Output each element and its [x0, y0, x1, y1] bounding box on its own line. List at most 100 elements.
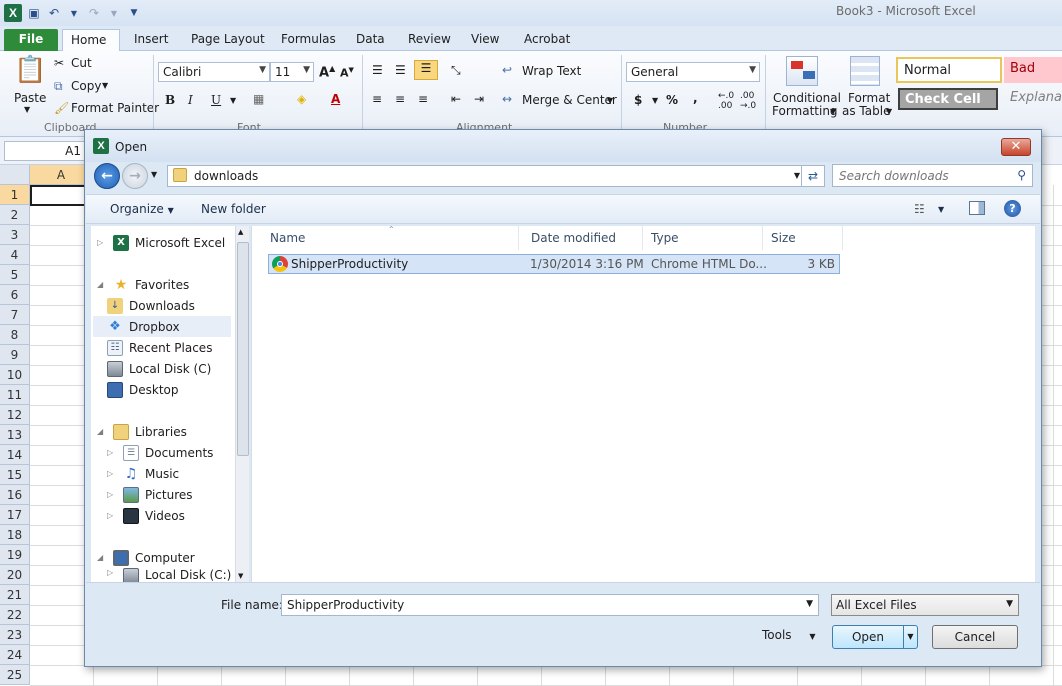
cut-button[interactable]: Cut	[71, 56, 92, 70]
style-check-cell[interactable]: Check Cell	[898, 88, 998, 110]
column-header-name[interactable]: Name ⌃	[262, 225, 519, 250]
expand-icon[interactable]: ▷	[107, 469, 117, 478]
align-middle-icon[interactable]: ☰	[395, 63, 406, 77]
row-header[interactable]: 9	[0, 345, 30, 365]
collapse-icon[interactable]: ◢	[97, 553, 107, 562]
align-left-icon[interactable]: ≡	[372, 92, 382, 106]
name-box[interactable]: A1	[4, 141, 86, 161]
nav-item-pictures[interactable]: ▷ Pictures	[107, 484, 193, 505]
comma-button[interactable]: ,	[693, 91, 698, 105]
organize-button[interactable]: Organize ▼	[110, 202, 174, 216]
nav-item-dropbox[interactable]: ❖ Dropbox	[93, 316, 231, 337]
row-header[interactable]: 20	[0, 565, 30, 585]
excel-logo-icon[interactable]: X	[4, 4, 22, 22]
search-box[interactable]: ⚲	[832, 164, 1033, 187]
nav-item-recent-places[interactable]: ☷ Recent Places	[107, 337, 212, 358]
currency-dropdown-icon[interactable]: ▼	[652, 96, 658, 105]
tab-page-layout[interactable]: Page Layout	[183, 29, 273, 51]
style-normal[interactable]: Normal	[896, 57, 1002, 83]
redo-icon[interactable]: ↷	[86, 5, 102, 21]
style-bad[interactable]: Bad	[1004, 57, 1062, 83]
column-header-size[interactable]: Size	[763, 226, 843, 250]
font-size-combo[interactable]: 11 ▼	[270, 62, 314, 82]
close-button[interactable]: ✕	[1001, 138, 1031, 156]
format-as-table-button-2[interactable]: as Table	[842, 104, 890, 118]
row-header[interactable]: 18	[0, 525, 30, 545]
file-type-select[interactable]: All Excel Files ▼	[831, 594, 1019, 616]
tab-data[interactable]: Data	[348, 29, 393, 51]
row-header[interactable]: 13	[0, 425, 30, 445]
row-header[interactable]: 25	[0, 665, 30, 685]
fill-color-icon[interactable]: ◈	[297, 92, 306, 106]
underline-dropdown-icon[interactable]: ▼	[230, 96, 236, 105]
nav-item-local-disk[interactable]: Local Disk (C)	[107, 358, 211, 379]
copy-dropdown-icon[interactable]: ▼	[102, 81, 108, 90]
wrap-text-button[interactable]: Wrap Text	[522, 64, 581, 78]
italic-button[interactable]: I	[188, 93, 193, 107]
preview-pane-icon[interactable]	[969, 201, 985, 215]
align-bottom-icon[interactable]: ☰	[414, 60, 438, 80]
nav-item-libraries[interactable]: ◢ Libraries	[97, 421, 187, 442]
scroll-up-icon[interactable]: ▲	[238, 228, 243, 236]
merge-dropdown-icon[interactable]: ▼	[607, 96, 613, 105]
file-name-combo[interactable]: ▼	[281, 594, 819, 616]
nav-item-desktop[interactable]: Desktop	[107, 379, 179, 400]
chevron-down-icon[interactable]: ▼	[794, 171, 800, 180]
expand-icon[interactable]: ▷	[97, 238, 107, 247]
expand-icon[interactable]: ▷	[107, 511, 117, 520]
row-header[interactable]: 2	[0, 205, 30, 225]
open-button[interactable]: Open ▼	[832, 625, 918, 649]
row-header[interactable]: 24	[0, 645, 30, 665]
tab-home[interactable]: Home	[62, 29, 120, 51]
nav-item-local-disk-c[interactable]: ▷ Local Disk (C:)	[107, 568, 231, 582]
recent-locations-icon[interactable]: ▼	[151, 170, 157, 179]
row-header[interactable]: 1	[0, 185, 30, 205]
help-icon[interactable]: ?	[1004, 200, 1021, 217]
row-header[interactable]: 15	[0, 465, 30, 485]
nav-item-computer[interactable]: ◢ Computer	[97, 547, 195, 568]
nav-item-downloads[interactable]: ↓ Downloads	[107, 295, 195, 316]
tab-formulas[interactable]: Formulas	[273, 29, 344, 51]
bold-button[interactable]: B	[165, 93, 175, 107]
align-right-icon[interactable]: ≡	[418, 92, 428, 106]
row-header[interactable]: 7	[0, 305, 30, 325]
expand-icon[interactable]: ▷	[107, 568, 117, 577]
decrease-indent-icon[interactable]: ⇤	[451, 92, 461, 106]
tab-file[interactable]: File	[4, 29, 58, 51]
row-header[interactable]: 21	[0, 585, 30, 605]
navigation-scrollbar[interactable]: ▲ ▼	[235, 226, 249, 582]
search-input[interactable]	[837, 166, 1007, 185]
currency-button[interactable]: $	[634, 93, 642, 107]
format-painter-button[interactable]: Format Painter	[71, 101, 159, 115]
row-header[interactable]: 11	[0, 385, 30, 405]
expand-icon[interactable]: ▷	[107, 448, 117, 457]
row-header[interactable]: 19	[0, 545, 30, 565]
paste-icon[interactable]: 📋	[14, 55, 46, 85]
increase-decimal-icon[interactable]: ←.0.00	[718, 91, 734, 111]
conditional-formatting-button-2[interactable]: Formatting	[772, 104, 838, 118]
collapse-icon[interactable]: ◢	[97, 280, 107, 289]
copy-button[interactable]: Copy	[71, 79, 101, 93]
paste-button[interactable]: Paste	[14, 91, 46, 105]
column-header-date-modified[interactable]: Date modified	[523, 226, 643, 250]
scroll-down-icon[interactable]: ▼	[238, 572, 243, 580]
tab-insert[interactable]: Insert	[126, 29, 176, 51]
underline-button[interactable]: U	[211, 93, 221, 107]
conditional-formatting-dropdown-icon[interactable]: ▼	[830, 107, 836, 116]
tab-view[interactable]: View	[463, 29, 507, 51]
expand-icon[interactable]: ▷	[107, 490, 117, 499]
nav-item-music[interactable]: ▷ ♫ Music	[107, 463, 179, 484]
new-folder-button[interactable]: New folder	[201, 202, 266, 216]
undo-icon[interactable]: ↶	[46, 5, 62, 21]
row-header[interactable]: 5	[0, 265, 30, 285]
view-options-icon[interactable]: ☷	[914, 202, 925, 216]
file-row[interactable]: ShipperProductivity 1/30/2014 3:16 PM Ch…	[268, 254, 840, 274]
collapse-icon[interactable]: ◢	[97, 427, 107, 436]
cancel-button[interactable]: Cancel	[932, 625, 1018, 649]
merge-center-button[interactable]: Merge & Center	[522, 93, 617, 107]
shrink-font-icon[interactable]: A▼	[340, 66, 354, 80]
align-center-icon[interactable]: ≡	[395, 92, 405, 106]
font-color-icon[interactable]: A	[331, 92, 340, 106]
format-as-table-dropdown-icon[interactable]: ▼	[886, 107, 892, 116]
row-header[interactable]: 3	[0, 225, 30, 245]
